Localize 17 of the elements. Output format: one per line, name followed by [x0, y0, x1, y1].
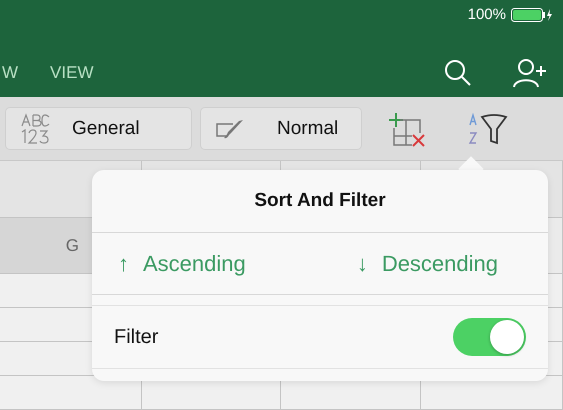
number-format-button[interactable]: General [5, 107, 192, 150]
battery-charging-icon [511, 6, 553, 22]
paintbrush-icon [215, 118, 245, 140]
sort-button[interactable]: ↑ Ascending [118, 250, 246, 276]
number-format-icon [20, 112, 50, 146]
filter-label: Filter [114, 326, 158, 348]
column-header: G [66, 236, 79, 256]
cell-style-button[interactable]: Normal [200, 107, 362, 150]
ribbon-tab[interactable]: VIEW [50, 63, 94, 83]
sort-button[interactable]: ↓ Descending [356, 250, 498, 276]
ribbon-tab[interactable]: W [2, 63, 18, 83]
search-icon[interactable] [443, 58, 473, 88]
sort-filter-icon[interactable] [468, 110, 510, 146]
battery-percentage: 100% [468, 6, 506, 23]
add-person-icon[interactable] [513, 58, 549, 88]
filter-toggle[interactable] [453, 318, 526, 356]
popover-title: Sort And Filter [254, 190, 386, 212]
